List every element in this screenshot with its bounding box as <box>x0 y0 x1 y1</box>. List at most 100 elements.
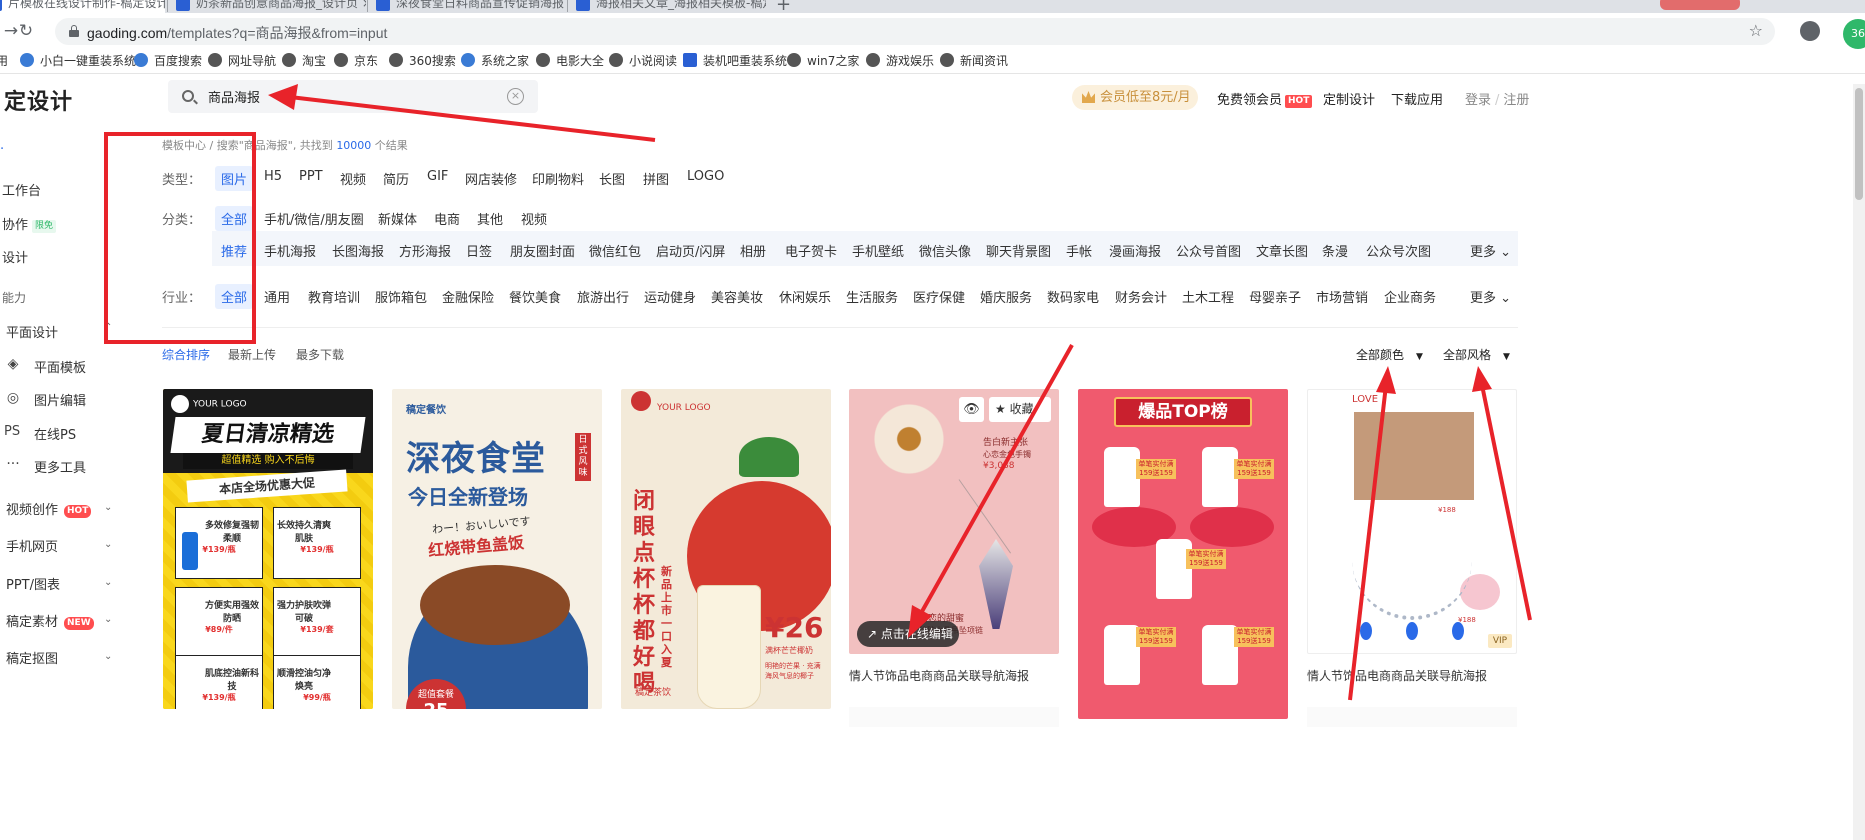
download-app-link[interactable]: 下载应用 <box>1391 89 1443 108</box>
subcategory-chip[interactable]: 公众号首图 <box>1176 241 1241 260</box>
page-scrollbar[interactable] <box>1853 84 1865 840</box>
subcategory-chip[interactable]: 微信红包 <box>589 241 641 260</box>
scrollbar-thumb[interactable] <box>1855 88 1863 200</box>
subcategory-chip[interactable]: 条漫 <box>1322 241 1348 260</box>
browser-tab[interactable]: 海报相关文章_海报相关模板-稿定 × <box>568 0 766 13</box>
subcategory-chip[interactable]: 聊天背景图 <box>986 241 1051 260</box>
custom-design-link[interactable]: 定制设计 <box>1323 89 1375 108</box>
new-tab-button[interactable]: + <box>776 0 791 13</box>
bookmark-item[interactable]: 装机吧重装系统 <box>683 52 787 69</box>
bookmark-item[interactable]: 游戏娱乐 <box>866 52 934 69</box>
bookmark-apps[interactable]: 用 <box>0 52 8 69</box>
subcategory-chip[interactable]: 手帐 <box>1066 241 1092 260</box>
type-chip[interactable]: 简历 <box>383 169 409 188</box>
industry-chip[interactable]: 运动健身 <box>644 287 696 306</box>
subcategory-chip[interactable]: 公众号次图 <box>1366 241 1431 260</box>
vip-promo-button[interactable]: 会员低至8元/月 <box>1072 85 1198 110</box>
bookmark-item[interactable]: 新闻资讯 <box>940 52 1008 69</box>
industry-chip[interactable]: 教育培训 <box>308 287 360 306</box>
chevron-down-icon[interactable]: ⌄ <box>104 651 112 662</box>
type-chip[interactable]: PPT <box>299 169 323 184</box>
subcategory-chip[interactable]: 启动页/闪屏 <box>656 241 725 260</box>
preview-eye-icon[interactable]: 👁 <box>959 397 984 422</box>
industry-chip[interactable]: 数码家电 <box>1047 287 1099 306</box>
style-dropdown[interactable]: 全部风格 ▼ <box>1443 346 1510 363</box>
type-chip[interactable]: 视频 <box>340 169 366 188</box>
template-card[interactable]: 稿定餐饮 深夜食堂 今日全新登场 日式风味 わー！おいしいです 红烧带鱼盖饭 超… <box>392 389 602 709</box>
template-card[interactable]: LOVE ¥188 ¥188 VIP <box>1307 389 1517 654</box>
sort-most-downloaded[interactable]: 最多下载 <box>296 346 344 363</box>
browser-tab-active[interactable]: 片模板在线设计制作-稿定设计 × <box>0 0 165 13</box>
sidebar-item-online-ps[interactable]: 在线PS <box>34 424 76 443</box>
browser-tab[interactable]: 奶茶新品创意商品海报_设计页 × <box>168 0 366 13</box>
bookmark-item[interactable]: 电影大全 <box>536 52 604 69</box>
template-card-hovered[interactable]: 告白新主张 心恋金色手镯 ¥3,088 初恋的甜蜜 珍珠水晶吊坠项链 👁 ★ 收… <box>849 389 1059 654</box>
template-card[interactable]: YOUR LOGO 闭眼点杯杯都好喝 新品上市一口入夏 ¥26 满杯芒芒椰奶 明… <box>621 389 831 709</box>
bookmark-item[interactable]: 京东 <box>334 52 378 69</box>
sidebar-item-mobile-web[interactable]: 手机网页 <box>6 536 58 555</box>
sidebar-item-more-tools[interactable]: 更多工具 <box>34 457 86 476</box>
search-input[interactable] <box>208 86 498 107</box>
industry-more-button[interactable]: 更多 ⌄ <box>1470 287 1511 306</box>
industry-chip[interactable]: 市场营销 <box>1316 287 1368 306</box>
industry-chip[interactable]: 医疗保健 <box>913 287 965 306</box>
card-caption[interactable]: 情人节饰品电商商品关联导航海报 <box>849 667 1029 684</box>
subcategory-chip[interactable]: 文章长图 <box>1256 241 1308 260</box>
sidebar-item-cutout[interactable]: 稿定抠图 <box>6 648 58 667</box>
extension-badge-icon[interactable]: 36 <box>1843 19 1865 49</box>
chevron-down-icon[interactable]: ⌄ <box>104 577 112 588</box>
bookmark-item[interactable]: 360搜索 <box>389 52 456 69</box>
sidebar-item-design[interactable]: 设计 <box>2 247 28 266</box>
subcategory-chip[interactable]: 手机海报 <box>264 241 316 260</box>
chevron-down-icon[interactable]: ⌄ <box>104 539 112 550</box>
profile-avatar-icon[interactable] <box>1800 21 1820 41</box>
subcategory-chip[interactable]: 微信头像 <box>919 241 971 260</box>
bookmark-star-icon[interactable]: ☆ <box>1749 21 1763 40</box>
address-bar[interactable]: gaoding.com/templates?q=商品海报&from=input … <box>55 18 1775 45</box>
industry-chip[interactable]: 土木工程 <box>1182 287 1234 306</box>
category-chip[interactable]: 其他 <box>477 209 503 228</box>
type-chip[interactable]: 拼图 <box>643 169 669 188</box>
category-chip[interactable]: 电商 <box>434 209 460 228</box>
industry-chip[interactable]: 餐饮美食 <box>509 287 561 306</box>
bookmark-item[interactable]: 百度搜索 <box>134 52 202 69</box>
subcategory-more-button[interactable]: 更多 ⌄ <box>1470 241 1511 260</box>
login-link[interactable]: 登录 <box>1465 93 1491 108</box>
industry-chip[interactable]: 生活服务 <box>846 287 898 306</box>
edit-online-button[interactable]: ↗ 点击在线编辑 <box>857 621 959 647</box>
sort-newest[interactable]: 最新上传 <box>228 346 276 363</box>
category-chip[interactable]: 视频 <box>521 209 547 228</box>
bookmark-item[interactable]: win7之家 <box>787 52 859 69</box>
category-chip[interactable]: 新媒体 <box>378 209 417 228</box>
bookmark-item[interactable]: 系统之家 <box>461 52 529 69</box>
bookmark-item[interactable]: 网址导航 <box>208 52 276 69</box>
type-chip[interactable]: 网店装修 <box>465 169 517 188</box>
browser-tab[interactable]: 深夜食堂日料商品宣传促销海报 × <box>368 0 566 13</box>
bookmark-item[interactable]: 小白一键重装系统 <box>20 52 136 69</box>
site-logo[interactable]: 定设计 <box>4 84 73 116</box>
bookmark-item[interactable]: 淘宝 <box>282 52 326 69</box>
card-caption[interactable]: 情人节饰品电商商品关联导航海报 <box>1307 667 1487 684</box>
type-chip[interactable]: 印刷物料 <box>532 169 584 188</box>
industry-chip[interactable]: 财务会计 <box>1115 287 1167 306</box>
subcategory-chip[interactable]: 相册 <box>740 241 766 260</box>
category-chip[interactable]: 手机/微信/朋友圈 <box>264 209 364 228</box>
template-card[interactable]: YOUR LOGO 夏日清凉精选 超值精选 购入不后悔 本店全场优惠大促 多效修… <box>163 389 373 709</box>
subcategory-chip[interactable]: 漫画海报 <box>1109 241 1161 260</box>
free-vip-link[interactable]: 免费领会员 HOT <box>1217 89 1313 108</box>
subcategory-chip[interactable]: 日签 <box>466 241 492 260</box>
sidebar-item-ppt[interactable]: PPT/图表 <box>6 574 60 593</box>
type-chip[interactable]: 长图 <box>599 169 625 188</box>
industry-chip[interactable]: 休闲娱乐 <box>779 287 831 306</box>
sidebar-item-video[interactable]: 视频创作 HOT <box>6 499 92 518</box>
industry-chip[interactable]: 服饰箱包 <box>375 287 427 306</box>
color-dropdown[interactable]: 全部颜色 ▼ <box>1356 346 1423 363</box>
type-chip[interactable]: H5 <box>264 169 282 184</box>
type-chip[interactable]: GIF <box>427 169 448 184</box>
industry-chip[interactable]: 美容美妆 <box>711 287 763 306</box>
bookmark-item[interactable]: 小说阅读 <box>609 52 677 69</box>
subcategory-chip[interactable]: 电子贺卡 <box>785 241 837 260</box>
sidebar-item-image-edit[interactable]: 图片编辑 <box>34 390 86 409</box>
sort-comprehensive[interactable]: 综合排序 <box>162 346 210 363</box>
sidebar-item-collab[interactable]: 协作 限免 <box>2 214 57 233</box>
